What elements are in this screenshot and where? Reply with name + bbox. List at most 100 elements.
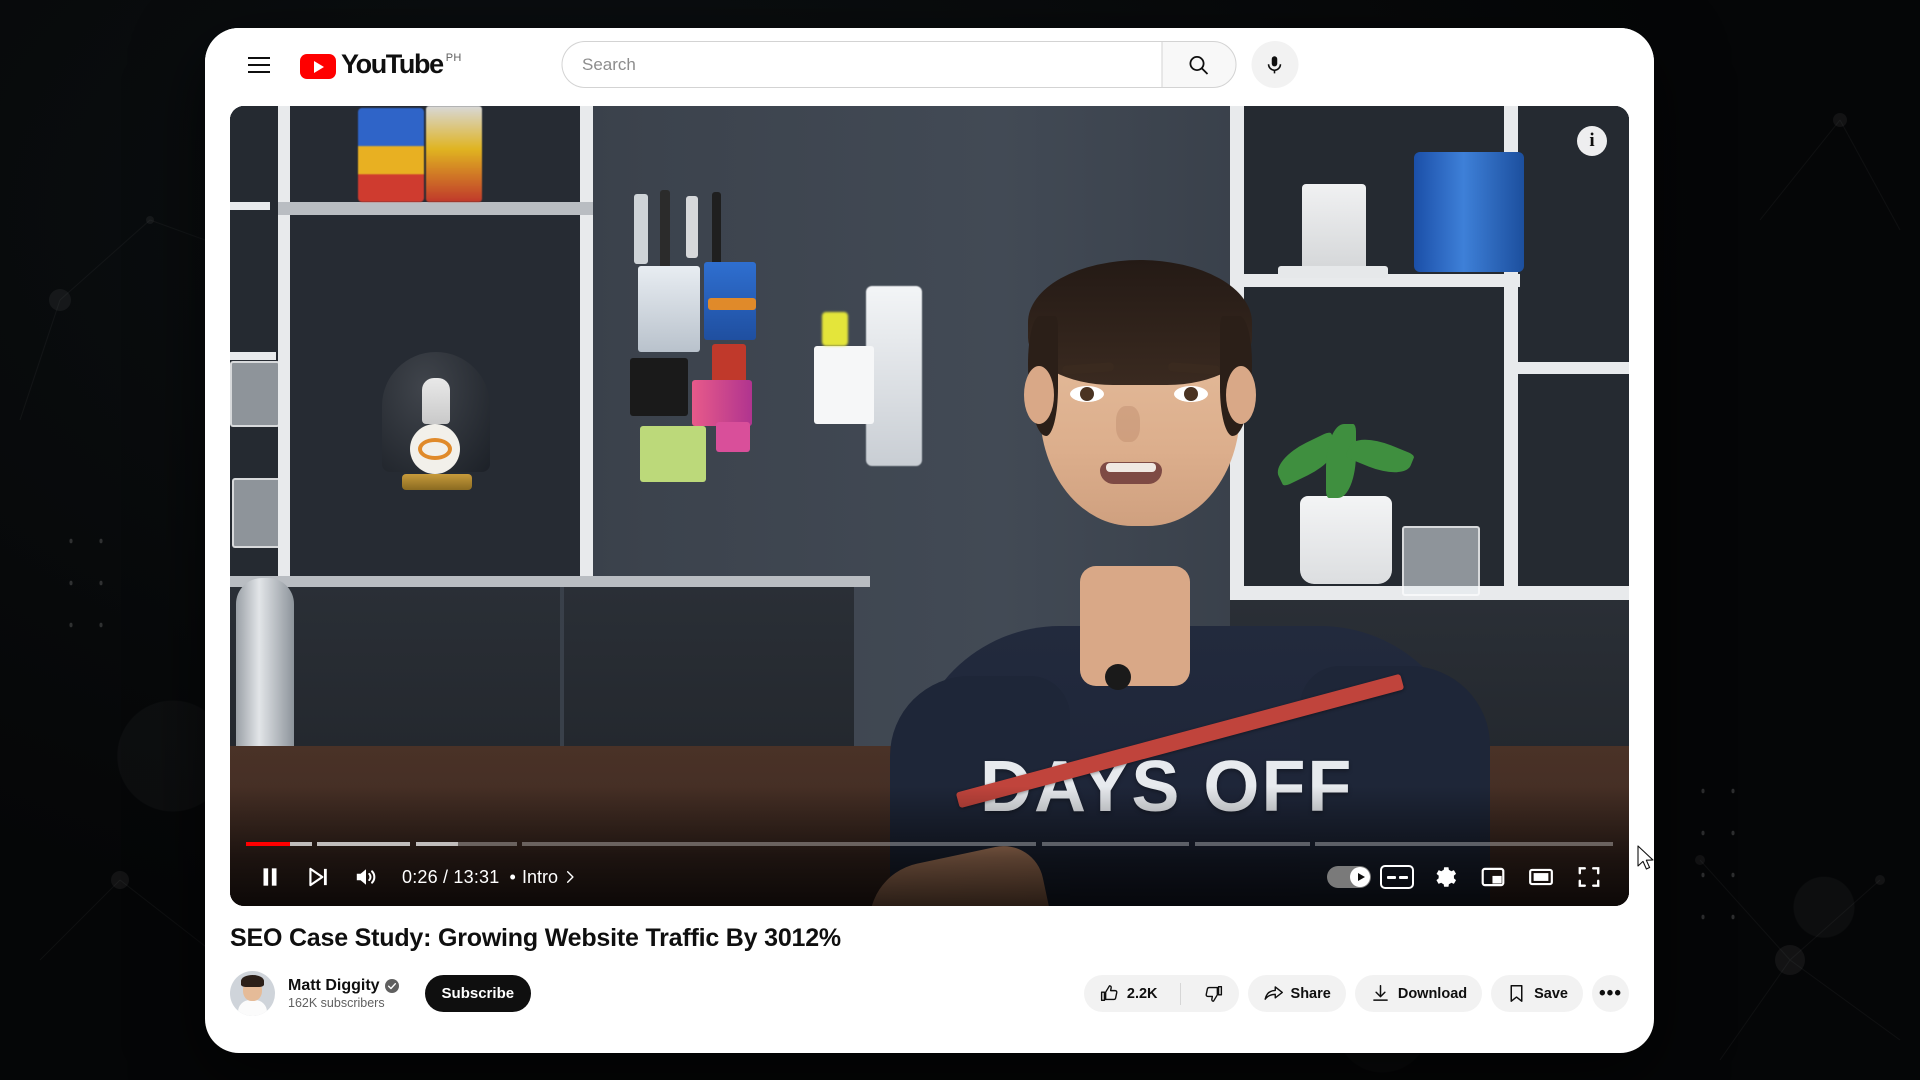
miniplayer-button[interactable] (1469, 853, 1517, 901)
bookmark-icon (1510, 985, 1523, 1002)
channel-name-row[interactable]: Matt Diggity (288, 977, 399, 995)
gundam-figure-secondary (426, 106, 482, 202)
download-icon (1373, 985, 1388, 1001)
thumbs-up-icon (1100, 985, 1118, 1002)
pause-button[interactable] (246, 853, 294, 901)
theater-mode-button[interactable] (1517, 853, 1565, 901)
avatar[interactable] (230, 971, 275, 1016)
cabinet-trim (230, 576, 870, 587)
youtube-logo-text: YouTube (341, 49, 444, 79)
lapel-microphone (1105, 664, 1131, 690)
progress-chapter-segment[interactable] (415, 842, 517, 846)
info-icon[interactable]: i (1577, 126, 1607, 156)
more-horizontal-icon: ••• (1599, 982, 1622, 1004)
tool-item (634, 194, 648, 264)
page-title: SEO Case Study: Growing Website Traffic … (230, 924, 841, 952)
shelf-frame-vertical (580, 106, 593, 578)
display-base (402, 474, 472, 490)
fullscreen-button[interactable] (1565, 853, 1613, 901)
shelf-frame-horizontal (1504, 362, 1629, 374)
player-controls: 0:26 / 13:31 • Intro (230, 848, 1629, 906)
subtitles-button[interactable] (1373, 853, 1421, 901)
subscriber-count: 162K subscribers (288, 996, 385, 1010)
save-button[interactable]: Save (1491, 975, 1583, 1012)
fullscreen-icon (1578, 867, 1600, 887)
search-button[interactable] (1161, 41, 1236, 88)
more-actions-button[interactable]: ••• (1592, 975, 1629, 1012)
voice-search-button[interactable] (1251, 41, 1298, 88)
video-action-buttons: 2.2K Share Download Save ••• (1083, 975, 1629, 1012)
channel-name: Matt Diggity (288, 977, 380, 994)
tool-item (640, 426, 706, 482)
menu-line (248, 70, 270, 73)
tool-item (686, 196, 698, 258)
volume-button[interactable] (342, 853, 390, 901)
tool-item (638, 266, 700, 352)
dot-grid-decoration (1688, 770, 1748, 920)
verified-badge-icon (384, 979, 399, 993)
like-button[interactable]: 2.2K (1084, 975, 1173, 1012)
country-code-label: PH (445, 52, 462, 64)
youtube-logo[interactable]: YouTube PH (300, 50, 462, 79)
bb8-figure-head (422, 378, 450, 424)
like-count: 2.2K (1126, 985, 1158, 1002)
video-player[interactable]: DAYS OFF i (230, 106, 1629, 906)
progress-loaded (415, 842, 458, 846)
subscribe-button[interactable]: Subscribe (424, 975, 532, 1012)
search-input[interactable] (561, 41, 1161, 88)
youtube-window: YouTube PH Search i 0:26 / 13:31 • Intro… (205, 28, 1654, 1053)
next-track-icon (309, 867, 327, 887)
autoplay-toggle[interactable] (1325, 853, 1373, 901)
search-icon (1189, 55, 1209, 75)
dislike-button[interactable] (1188, 975, 1239, 1012)
channel-info: Matt Diggity 162K subscribers (288, 977, 399, 1010)
dot-grid-decoration (56, 520, 116, 640)
microphone (236, 578, 294, 768)
tool-item (716, 422, 750, 452)
progress-chapter-segment[interactable] (246, 842, 312, 846)
download-button[interactable]: Download (1354, 975, 1483, 1012)
thumbs-down-icon (1205, 985, 1222, 1002)
progress-chapter-segment[interactable] (522, 842, 1037, 846)
photo-frame (230, 361, 280, 427)
neck (1080, 566, 1190, 686)
eye-right (1174, 386, 1208, 402)
chapter-link[interactable]: Intro (522, 867, 577, 888)
search-area (561, 41, 1298, 88)
progress-chapter-segment[interactable] (1041, 842, 1190, 846)
photo-frame (232, 478, 284, 548)
tool-item (692, 380, 752, 426)
closed-captions-icon (1380, 865, 1414, 889)
eye-left (1070, 386, 1104, 402)
shelf-frame-vertical (278, 106, 290, 578)
time-display: 0:26 / 13:31 (402, 866, 500, 887)
pause-icon (263, 868, 277, 886)
tool-item (708, 298, 756, 310)
avatar-body (238, 1000, 267, 1016)
bb8-figure-body (410, 424, 460, 474)
progress-chapter-segment[interactable] (1194, 842, 1310, 846)
download-label: Download (1397, 985, 1468, 1002)
nose (1116, 406, 1140, 442)
hamburger-menu-icon[interactable] (236, 42, 282, 88)
tool-item (660, 190, 670, 276)
progress-chapter-segment[interactable] (317, 842, 411, 846)
next-video-button[interactable] (294, 853, 342, 901)
menu-line (248, 56, 270, 59)
tag-highlight (822, 312, 848, 346)
progress-played (246, 842, 290, 846)
owner-and-actions-row: Matt Diggity 162K subscribers Subscribe (230, 971, 1629, 1016)
chevron-right-icon (566, 871, 574, 883)
share-button[interactable]: Share (1247, 975, 1346, 1012)
save-label: Save (1534, 985, 1568, 1002)
avatar-hair (241, 975, 264, 987)
ear-left (1024, 366, 1054, 424)
theater-mode-icon (1529, 868, 1553, 886)
like-dislike-group: 2.2K (1083, 975, 1239, 1012)
progress-chapter-segment[interactable] (1314, 842, 1613, 846)
hanging-tools (616, 190, 796, 524)
settings-button[interactable] (1421, 853, 1469, 901)
microphone-icon (1267, 55, 1282, 73)
masthead: YouTube PH (205, 28, 1654, 101)
action-divider (1179, 982, 1181, 1005)
